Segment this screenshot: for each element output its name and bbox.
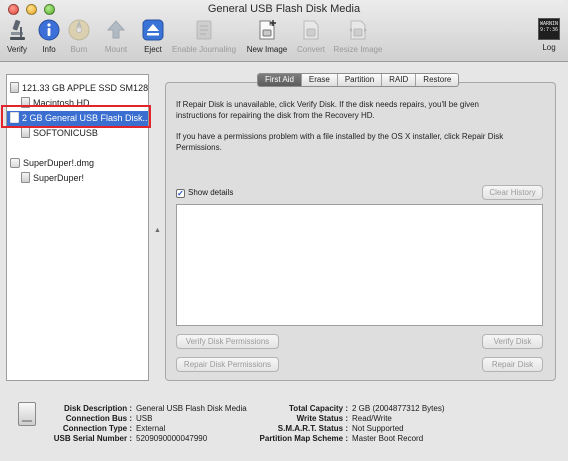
show-details-label: Show details	[188, 188, 234, 197]
mount-button[interactable]: Mount	[101, 18, 131, 58]
mount-label: Mount	[104, 45, 128, 54]
sidebar-item-label: SuperDuper!.dmg	[23, 158, 95, 168]
sidebar-item-apple-ssd[interactable]: 121.33 GB APPLE SSD SM128...	[10, 81, 148, 96]
resize-image-label: Resize Image	[333, 45, 383, 54]
dmg-icon	[10, 158, 20, 168]
resize-image-button[interactable]: Resize Image	[331, 18, 385, 58]
details-log-area	[176, 204, 543, 326]
tab-partition[interactable]: Partition	[336, 74, 381, 86]
window-title: General USB Flash Disk Media	[207, 3, 361, 15]
help-text-line4: Permissions.	[176, 143, 222, 152]
usb-serial-number-label: USB Serial Number :	[53, 434, 132, 443]
show-details-row: ✓ Show details	[176, 187, 233, 198]
resize-image-icon	[349, 20, 367, 40]
mount-icon	[106, 20, 126, 39]
sidebar-item-label: SuperDuper!	[33, 173, 85, 183]
journaling-icon	[196, 20, 212, 40]
sidebar-item-label: 121.33 GB APPLE SSD SM128...	[22, 83, 148, 93]
titlebar-toolbar: General USB Flash Disk Media Verify Info	[0, 0, 568, 62]
burn-label: Burn	[70, 45, 88, 54]
sidebar-item-label: SOFTONICUSB	[33, 128, 98, 138]
sidebar-item-superduper-volume[interactable]: SuperDuper!	[21, 171, 148, 186]
tab-restore[interactable]: Restore	[415, 74, 458, 86]
disk-utility-window: General USB Flash Disk Media Verify Info	[0, 0, 568, 461]
convert-icon	[303, 20, 319, 40]
eject-button[interactable]: Eject	[139, 18, 167, 58]
info-row-4: USB Serial Number : 5209090000047990 Par…	[0, 433, 568, 444]
show-details-checkbox[interactable]: ✓	[176, 189, 185, 198]
new-image-label: New Image	[246, 45, 288, 54]
help-text-line2: instructions for repairing the disk from…	[176, 111, 375, 120]
splitter-handle-icon[interactable]: ▲	[154, 227, 161, 234]
verify-label: Verify	[6, 45, 27, 54]
log-icon-line2: 9:7:36	[540, 27, 559, 33]
microscope-icon	[10, 19, 25, 40]
burn-button[interactable]: Burn	[66, 18, 92, 58]
enable-journaling-label: Enable Journaling	[171, 45, 237, 54]
verify-disk-button[interactable]: Verify Disk	[482, 334, 543, 349]
eject-label: Eject	[144, 45, 162, 54]
tab-first-aid[interactable]: First Aid	[258, 74, 301, 86]
repair-disk-permissions-button[interactable]: Repair Disk Permissions	[176, 357, 279, 372]
tab-erase[interactable]: Erase	[300, 74, 337, 86]
log-label: Log	[542, 43, 556, 52]
log-button[interactable]: WARNIN 9:7:36 Log	[536, 18, 562, 58]
log-icon: WARNIN 9:7:36	[538, 18, 560, 40]
burn-icon	[68, 19, 90, 41]
info-label: Info	[42, 45, 56, 54]
repair-disk-button[interactable]: Repair Disk	[482, 357, 543, 372]
help-text-line1: If Repair Disk is unavailable, click Ver…	[176, 100, 479, 109]
partition-map-scheme-label: Partition Map Scheme :	[259, 434, 348, 443]
enable-journaling-button[interactable]: Enable Journaling	[170, 18, 238, 58]
internal-disk-icon	[10, 82, 19, 93]
info-button[interactable]: Info	[36, 18, 62, 58]
volume-icon	[21, 172, 30, 183]
clear-history-button[interactable]: Clear History	[482, 185, 543, 200]
sidebar-item-softonicusb[interactable]: SOFTONICUSB	[21, 126, 148, 141]
convert-button[interactable]: Convert	[293, 18, 329, 58]
convert-label: Convert	[296, 45, 325, 54]
tab-raid[interactable]: RAID	[381, 74, 415, 86]
verify-disk-permissions-button[interactable]: Verify Disk Permissions	[176, 334, 279, 349]
tab-bar: First Aid Erase Partition RAID Restore	[257, 73, 460, 87]
verify-button[interactable]: Verify	[4, 18, 30, 58]
selection-highlight-box	[1, 105, 151, 128]
partition-map-scheme-value: Master Boot Record	[352, 434, 424, 443]
help-text-line3: If you have a permissions problem with a…	[176, 132, 504, 141]
volume-icon	[21, 127, 30, 138]
new-image-icon	[259, 20, 276, 40]
eject-icon	[142, 19, 164, 41]
info-icon	[38, 19, 60, 41]
sidebar-item-superduper-dmg[interactable]: SuperDuper!.dmg	[10, 156, 148, 171]
new-image-button[interactable]: New Image	[244, 18, 290, 58]
